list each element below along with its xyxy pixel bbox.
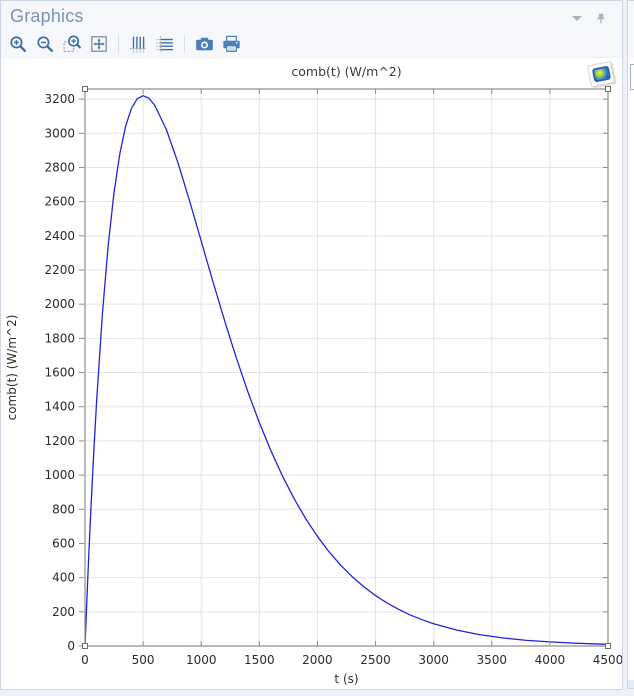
header-controls (572, 11, 608, 26)
zoom-extents-button[interactable] (87, 32, 111, 56)
x-grid-icon (129, 35, 147, 53)
graphics-toolbar (6, 32, 243, 56)
x-axis-label: t (s) (334, 672, 358, 686)
y-axis-label: comb(t) (W/m^2) (5, 315, 19, 421)
y-grid-lines-button[interactable] (153, 32, 177, 56)
y-tick-label: 600 (52, 536, 75, 550)
x-grid-lines-button[interactable] (126, 32, 150, 56)
x-tick-label: 2000 (302, 653, 333, 667)
image-snapshot-button[interactable] (192, 32, 216, 56)
adjacent-panel-header (628, 1, 634, 58)
pin-icon[interactable] (594, 11, 608, 26)
y-tick-label: 1600 (44, 366, 75, 380)
zoom-in-button[interactable] (6, 32, 30, 56)
zoom-box-icon (63, 35, 81, 53)
zoom-out-icon (36, 35, 54, 53)
y-tick-label: 1000 (44, 468, 75, 482)
y-tick-label: 1800 (44, 331, 75, 345)
y-tick-label: 0 (67, 639, 75, 653)
x-tick-label: 3000 (418, 653, 449, 667)
camera-icon (195, 35, 214, 53)
zoom-box-button[interactable] (60, 32, 84, 56)
x-tick-label: 2500 (360, 653, 391, 667)
caret-down-icon[interactable] (572, 16, 582, 21)
y-tick-label: 2000 (44, 297, 75, 311)
y-tick-label: 200 (52, 605, 75, 619)
toolbar-separator (118, 35, 119, 53)
adjacent-panel-footer (628, 680, 634, 688)
x-tick-label: 1500 (244, 653, 275, 667)
y-tick-label: 800 (52, 502, 75, 516)
x-tick-label: 4500 (593, 653, 622, 667)
y-tick-label: 3200 (44, 92, 75, 106)
zoom-extents-icon (90, 35, 108, 53)
y-tick-label: 1400 (44, 400, 75, 414)
y-tick-label: 400 (52, 571, 75, 585)
adjacent-panel-sliver (627, 0, 634, 689)
adjacent-panel-field-edge (630, 64, 631, 89)
y-tick-label: 2600 (44, 195, 75, 209)
plot-region: 0 500 1000 1500 2000 2500 3000 3500 4000 4500 0 200… (1, 58, 622, 689)
print-button[interactable] (219, 32, 243, 56)
chart-title: comb(t) (W/m^2) (291, 64, 401, 79)
printer-icon (222, 35, 241, 53)
y-tick-label: 3000 (44, 126, 75, 140)
x-tick-label: 1000 (186, 653, 217, 667)
y-tick-label: 1200 (44, 434, 75, 448)
x-tick-label: 0 (81, 653, 89, 667)
graphics-window: Graphics (0, 0, 623, 690)
x-tick-label: 4000 (535, 653, 566, 667)
x-tick-label: 3500 (477, 653, 508, 667)
adjacent-panel-field-edge (630, 89, 634, 90)
toolbar-separator (184, 35, 185, 53)
plot-area[interactable]: 0 500 1000 1500 2000 2500 3000 3500 4000 4500 0 200… (1, 58, 622, 691)
zoom-in-icon (9, 35, 27, 53)
y-tick-label: 2200 (44, 263, 75, 277)
zoom-out-button[interactable] (33, 32, 57, 56)
graphics-panel-header: Graphics (1, 1, 622, 58)
y-tick-label: 2400 (44, 229, 75, 243)
panel-title: Graphics (10, 6, 84, 27)
y-grid-icon (156, 35, 174, 53)
x-tick-label: 500 (132, 653, 155, 667)
y-tick-label: 2800 (44, 160, 75, 174)
